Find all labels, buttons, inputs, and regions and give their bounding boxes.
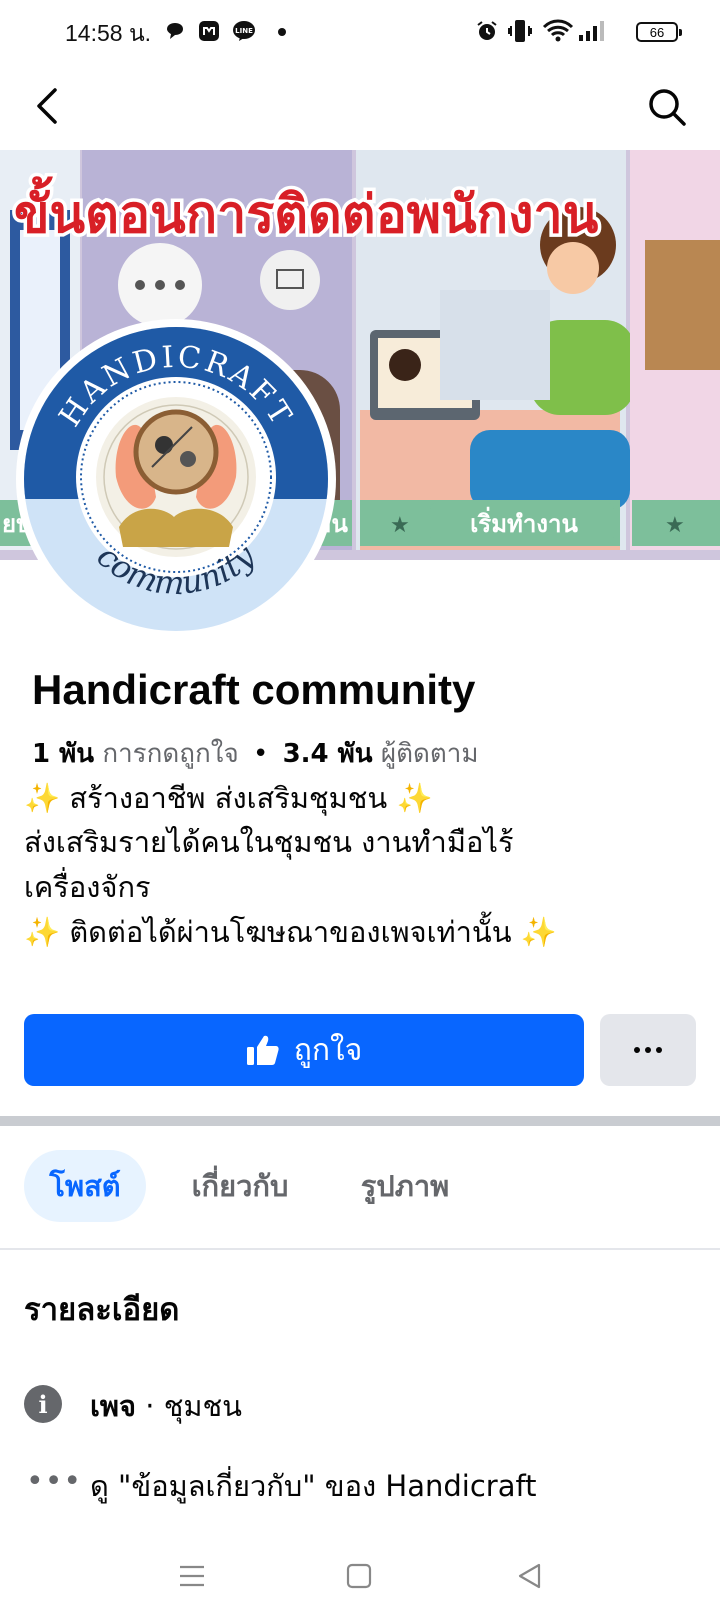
more-options-button[interactable]	[600, 1014, 696, 1086]
back-button[interactable]	[26, 84, 70, 128]
alarm-icon	[477, 21, 497, 40]
cover-panel-label: เริ่มทำงาน	[470, 506, 578, 538]
cover-banner-text: ขั้นตอนการติดต่อพนักงาน	[14, 176, 599, 245]
notification-dot-icon	[278, 28, 286, 36]
square-home-icon	[346, 1563, 372, 1589]
bio-line: ✨ สร้างอาชีพ ส่งเสริมชุมชน ✨	[24, 781, 433, 815]
info-icon: i	[24, 1385, 62, 1423]
handicraft-logo: HANDICRAFT community	[24, 327, 328, 631]
line-app-icon: LINE	[233, 21, 255, 41]
like-button[interactable]: ถูกใจ	[24, 1014, 584, 1086]
likes-label: การกดถูกใจ	[102, 739, 239, 769]
category-value: ชุมชน	[163, 1389, 242, 1423]
details-heading: รายละเอียด	[24, 1292, 180, 1328]
search-icon	[649, 89, 686, 126]
more-dots-icon: •••	[26, 1464, 83, 1499]
wifi-icon	[542, 19, 574, 42]
tab-posts[interactable]: โพสต์	[24, 1150, 146, 1222]
battery-icon: 66	[636, 22, 682, 42]
bio-line: ✨ ติดต่อได้ผ่านโฆษณาของเพจเท่านั้น ✨	[24, 915, 557, 949]
category-separator: ·	[136, 1389, 164, 1423]
menu-lines-icon	[180, 1565, 204, 1587]
section-divider	[0, 1116, 720, 1126]
status-bar: 14:58 น. LINE 66	[0, 0, 720, 64]
likes-count: 1 พัน	[32, 739, 95, 769]
chevron-left-icon	[37, 88, 57, 124]
recents-button[interactable]	[170, 1554, 214, 1598]
followers-count: 3.4 พัน	[282, 739, 373, 769]
like-button-label: ถูกใจ	[293, 1032, 363, 1068]
followers-label: ผู้ติดตาม	[380, 739, 479, 769]
stats-separator: •	[252, 739, 269, 769]
tab-about[interactable]: เกี่ยวกับ	[170, 1150, 310, 1222]
page-category: เพจ · ชุมชน	[90, 1383, 242, 1429]
bio-line: เครื่องจักร	[24, 870, 151, 904]
svg-text:★: ★	[390, 513, 410, 538]
bio-line: ส่งเสริมรายได้คนในชุมชน งานทำมือไร้	[24, 825, 514, 859]
page-title: Handicraft community	[32, 666, 476, 713]
messenger-app-icon	[199, 21, 219, 41]
tabs-divider	[0, 1248, 720, 1250]
system-back-button[interactable]	[508, 1554, 552, 1598]
tab-photos[interactable]: รูปภาพ	[342, 1150, 468, 1222]
triangle-back-icon	[518, 1563, 541, 1589]
svg-text:LINE: LINE	[235, 27, 253, 35]
see-about-link[interactable]: ดู "ข้อมูลเกี่ยวกับ" ของ Handicraft	[90, 1463, 537, 1509]
page-stats[interactable]: 1 พัน การกดถูกใจ • 3.4 พัน ผู้ติดตาม	[32, 733, 479, 774]
chat-bubble-icon	[167, 23, 183, 39]
search-button[interactable]	[644, 84, 690, 130]
profile-picture[interactable]: HANDICRAFT community	[16, 319, 336, 639]
status-time: 14:58 น.	[65, 20, 152, 46]
page-type-label: เพจ	[90, 1389, 137, 1423]
vibrate-icon	[508, 20, 532, 42]
more-dots-icon	[634, 1047, 662, 1053]
home-button[interactable]	[337, 1554, 381, 1598]
svg-text:★: ★	[665, 513, 685, 538]
thumbs-up-icon	[246, 1035, 279, 1065]
signal-icon	[579, 21, 604, 41]
